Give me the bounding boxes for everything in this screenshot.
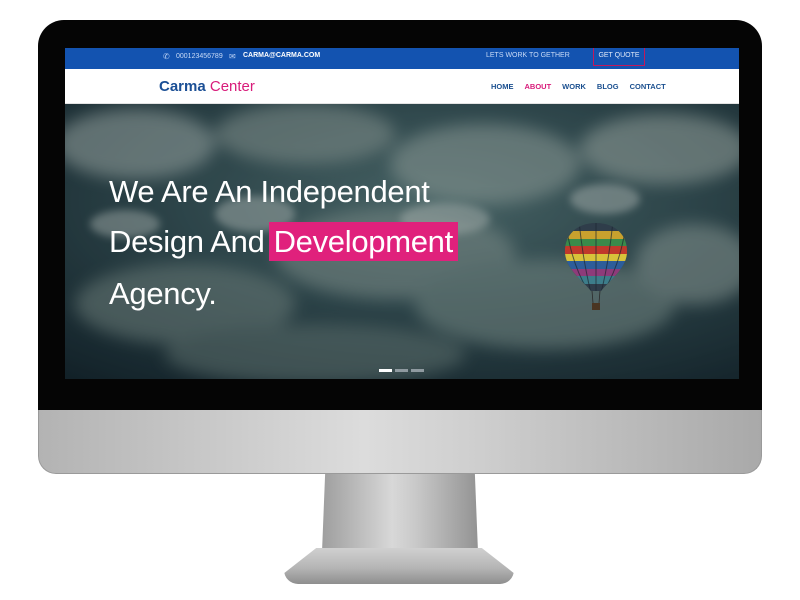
email-link[interactable]: CARMA@CARMA.COM — [243, 52, 320, 59]
nav-item-contact[interactable]: CONTACT — [630, 82, 666, 91]
envelope-icon: ✉ — [229, 52, 236, 61]
site-logo[interactable]: Carma Center — [159, 78, 255, 95]
nav-item-blog[interactable]: BLOG — [597, 82, 619, 91]
monitor-screen: ✆ 000123456789 ✉ CARMA@CARMA.COM LETS WO… — [65, 48, 739, 379]
headline-line-3: Agency. — [109, 276, 217, 311]
nav-menu: HOME ABOUT WORK BLOG CONTACT — [491, 82, 677, 91]
nav-item-work[interactable]: WORK — [562, 82, 586, 91]
nav-item-home[interactable]: HOME — [491, 82, 514, 91]
headline-highlight: Development — [268, 222, 458, 261]
headline-line-2: Design And Development — [109, 222, 458, 261]
main-navbar: Carma Center HOME ABOUT WORK BLOG CONTAC… — [65, 69, 739, 104]
headline-line-2-prefix: Design And — [109, 224, 265, 259]
logo-primary-text: Carma — [159, 78, 206, 95]
slider-dot-1[interactable] — [379, 369, 392, 372]
slider-dot-3[interactable] — [411, 369, 424, 372]
slider-dot-2[interactable] — [395, 369, 408, 372]
logo-secondary-text: Center — [209, 78, 255, 95]
phone-icon: ✆ — [163, 52, 170, 61]
monitor-stand-neck — [322, 474, 478, 552]
tagline-text: LETS WORK TO GETHER — [486, 52, 570, 59]
hero-slider: We Are An Independent Design And Developm… — [65, 104, 739, 379]
nav-item-about[interactable]: ABOUT — [525, 82, 552, 91]
monitor-stand-base — [284, 548, 514, 584]
monitor-chin — [38, 410, 762, 474]
slider-pagination — [379, 369, 424, 372]
hot-air-balloon-image — [564, 223, 628, 310]
phone-number[interactable]: 000123456789 — [176, 53, 223, 60]
get-quote-button[interactable]: GET QUOTE — [593, 48, 645, 66]
headline-line-1: We Are An Independent — [109, 174, 430, 209]
top-contact-bar: ✆ 000123456789 ✉ CARMA@CARMA.COM LETS WO… — [65, 48, 739, 69]
